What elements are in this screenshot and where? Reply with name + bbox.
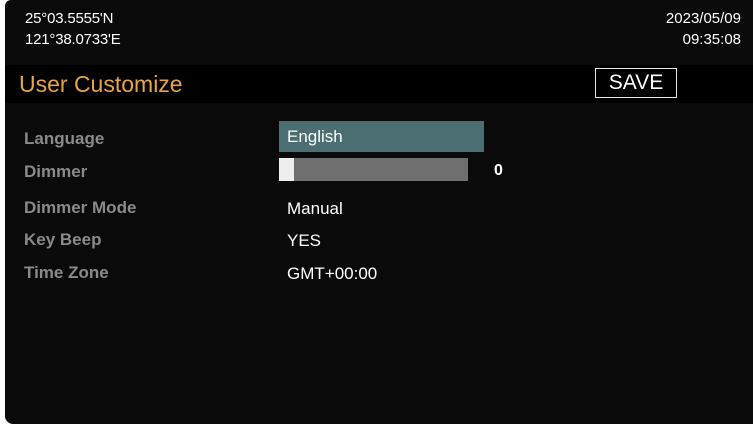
title-bar: User Customize SAVE <box>5 65 753 103</box>
dimmer-slider-fill <box>279 158 294 181</box>
key-beep-label: Key Beep <box>24 230 102 249</box>
device-screen: 25°03.5555'N 121°38.0733'E 2023/05/09 09… <box>5 0 753 424</box>
language-label: Language <box>24 129 105 148</box>
time-zone-label: Time Zone <box>24 263 109 282</box>
dimmer-mode-value[interactable]: Manual <box>287 199 343 219</box>
save-button[interactable]: SAVE <box>595 68 677 98</box>
time-zone-value[interactable]: GMT+00:00 <box>287 264 377 284</box>
time-readout: 09:35:08 <box>682 31 741 48</box>
page-title: User Customize <box>19 71 183 97</box>
longitude-readout: 121°38.0733'E <box>25 31 121 48</box>
dimmer-slider[interactable] <box>279 158 468 181</box>
latitude-readout: 25°03.5555'N <box>25 10 114 27</box>
dimmer-mode-label: Dimmer Mode <box>24 198 137 217</box>
date-readout: 2023/05/09 <box>665 10 741 27</box>
key-beep-value[interactable]: YES <box>287 231 321 251</box>
dimmer-value: 0 <box>494 162 503 179</box>
dimmer-label: Dimmer <box>24 162 88 181</box>
language-select[interactable]: English <box>279 121 484 152</box>
